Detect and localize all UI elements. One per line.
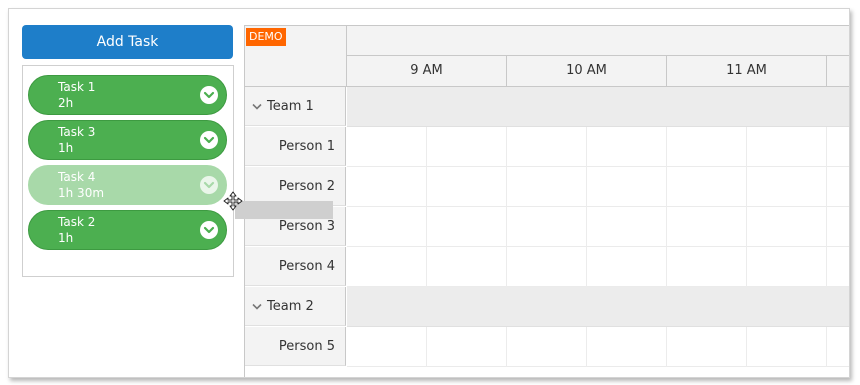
row-header-person[interactable]: Person 5 (245, 327, 346, 366)
row-cells-person[interactable] (347, 167, 849, 207)
task-item[interactable]: Task 1 2h (28, 75, 227, 115)
chevron-down-icon[interactable] (252, 103, 262, 111)
task-name: Task 3 (58, 125, 96, 139)
task-list: Task 1 2h Task 3 1h Task 4 1h 30m Task 2… (22, 65, 234, 277)
task-name: Task 4 (58, 170, 96, 184)
task-name: Task 1 (58, 80, 96, 94)
chevron-down-icon[interactable] (252, 303, 262, 311)
row-label: Team 1 (267, 99, 314, 114)
task-duration: 2h (58, 96, 74, 110)
row-cells-person[interactable] (347, 207, 849, 247)
row-cells-team[interactable] (347, 287, 849, 327)
row-header-team[interactable]: Team 2 (245, 287, 346, 326)
task-item-dragging[interactable]: Task 4 1h 30m (28, 165, 227, 205)
timeline-header-hours: 9 AM 10 AM 11 AM (347, 56, 849, 87)
chevron-down-icon[interactable] (200, 176, 218, 194)
row-cells-person[interactable] (347, 327, 849, 367)
task-item[interactable]: Task 3 1h (28, 120, 227, 160)
chevron-down-icon[interactable] (200, 221, 218, 239)
row-header-person[interactable]: Person 1 (245, 127, 346, 166)
row-header-team[interactable]: Team 1 (245, 87, 346, 126)
row-cells-team[interactable] (347, 87, 849, 127)
task-name: Task 2 (58, 215, 96, 229)
row-cells-person[interactable] (347, 127, 849, 167)
drag-placeholder (235, 201, 333, 219)
row-header-person[interactable]: Person 4 (245, 247, 346, 286)
chevron-down-icon[interactable] (200, 86, 218, 104)
hour-header: 9 AM (347, 56, 507, 86)
hour-header: 11 AM (667, 56, 827, 86)
scheduler-grid: DEMO 9 AM 10 AM 11 AM Team 1 Person 1 Pe… (244, 25, 849, 377)
task-duration: 1h (58, 231, 74, 245)
chevron-down-icon[interactable] (200, 131, 218, 149)
move-cursor-icon (223, 191, 243, 211)
scheduler-corner: DEMO (245, 26, 347, 87)
task-duration: 1h 30m (58, 186, 105, 200)
row-label: Team 2 (267, 299, 314, 314)
app-window: Add Task Task 1 2h Task 3 1h Task 4 1h 3… (8, 8, 850, 378)
task-item[interactable]: Task 2 1h (28, 210, 227, 250)
row-cells-person[interactable] (347, 247, 849, 287)
demo-badge: DEMO (246, 28, 286, 46)
add-task-button[interactable]: Add Task (22, 25, 233, 59)
hour-header: 10 AM (507, 56, 667, 86)
task-duration: 1h (58, 141, 74, 155)
timeline-header-day (347, 26, 849, 56)
